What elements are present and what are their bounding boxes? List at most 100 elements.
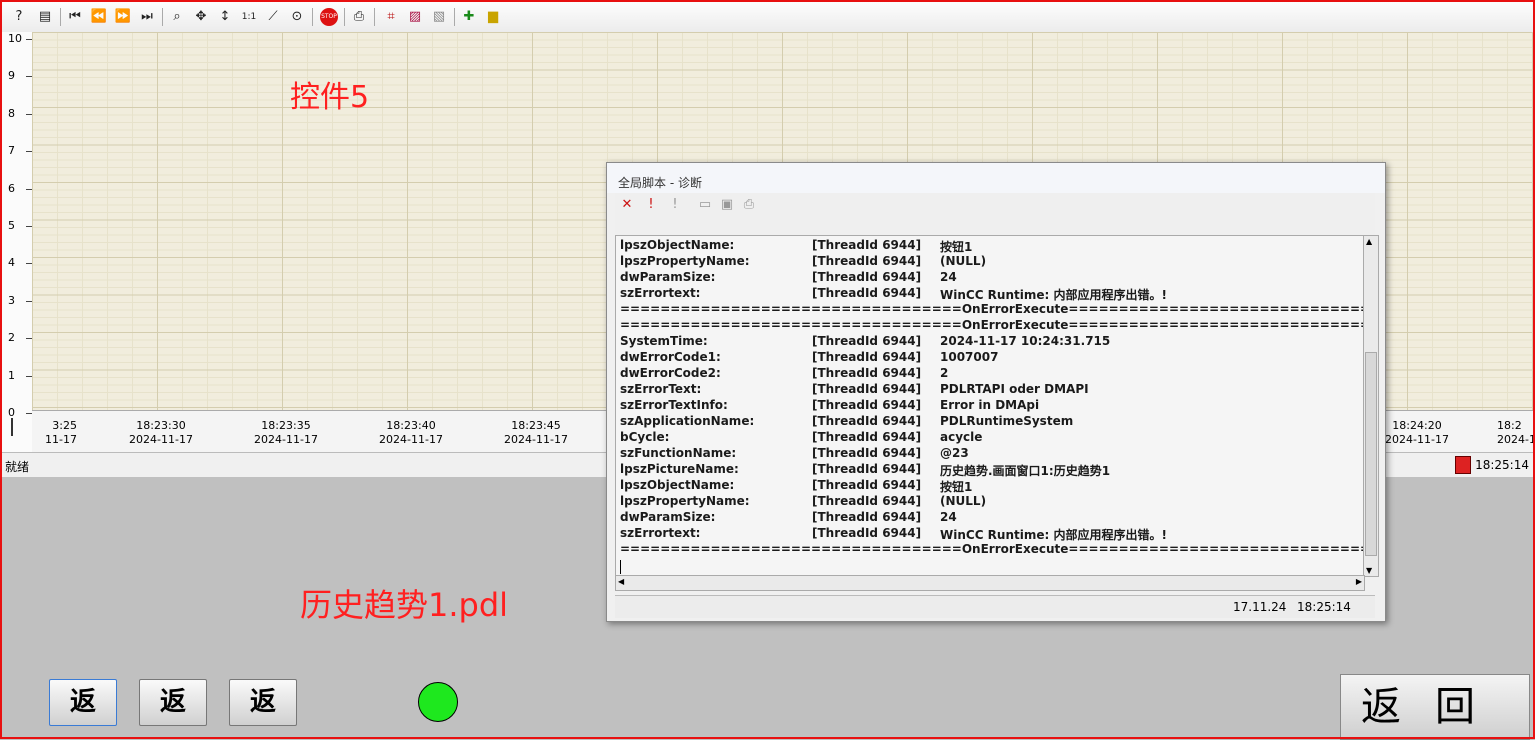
clear-icon[interactable]: ✕ [619,197,635,213]
print-icon[interactable]: ⎙ [741,197,757,213]
text-cursor [620,560,621,574]
x-tick-label: 18:23:30 2024-11-17 [116,419,206,447]
add-icon[interactable]: ✚ [460,8,478,26]
alert-icon[interactable]: ! [643,197,659,213]
log-thread: [ThreadId 6944] [812,478,922,492]
log-thread: [ThreadId 6944] [812,414,922,428]
log-value: Error in DMApi [940,398,1040,412]
log-thread: [ThreadId 6944] [812,398,922,412]
y-tick-label: 1 [8,368,15,382]
x-tick-time: 3:25 [52,419,77,432]
zoom-icon[interactable]: ⌕ [168,8,186,26]
move-icon[interactable]: ✥ [192,8,210,26]
log-value: 24 [940,510,957,524]
x-tick-label: 3:25 11-17 [0,419,77,447]
y-tick-label: 7 [8,144,15,158]
log-value: 按钮1 [940,480,973,494]
save-icon[interactable]: ▣ [719,197,735,213]
x-tick-date: 2024-11-17 [129,433,193,446]
x-tick-label: 18:23:45 2024-11-17 [491,419,581,447]
log-key: lpszObjectName: [620,238,735,252]
y-tick-label: 10 [8,32,22,45]
table-icon[interactable]: ▤ [36,8,54,26]
export-icon[interactable]: ▆ [484,8,502,26]
diagnostics-toolbar: ✕ ! ! ▭ ▣ ⎙ [615,193,1375,236]
x-tick-time: 18:2 [1497,419,1522,432]
rewind-icon[interactable]: ⏪ [90,8,108,26]
trend-zoom-icon[interactable]: ⟋ [264,8,282,26]
log-key: szErrortext: [620,286,701,300]
one-to-one-icon[interactable]: 1:1 [240,8,258,26]
y-tick-label: 3 [8,293,15,307]
log-value: 2024-11-17 10:24:31.715 [940,334,1111,348]
log-key: szFunctionName: [620,446,737,460]
log-key: lpszObjectName: [620,478,735,492]
picture-button-2[interactable]: 返 [139,679,207,726]
log-thread: [ThreadId 6944] [812,462,922,476]
log-value: PDLRuntimeSystem [940,414,1074,428]
scroll-thumb[interactable] [1365,352,1377,556]
diagnostics-log[interactable]: lpszObjectName: [ThreadId 6944] 按钮1 lpszPro… [615,235,1365,577]
scroll-left-icon[interactable]: ◀ [618,577,624,586]
select-data-icon[interactable]: ⌗ [382,8,400,26]
picture-button-1[interactable]: 返 [49,679,117,726]
log-thread: [ThreadId 6944] [812,286,922,300]
log-key: dwErrorCode2: [620,366,721,380]
toolbar-separator [344,8,345,26]
back-button[interactable]: 返回 [1340,674,1530,740]
toolbar-separator [60,8,61,26]
log-key: bCycle: [620,430,670,444]
log-separator: ==================================OnErro… [620,542,1365,556]
log-key: lpszPropertyName: [620,494,750,508]
open-folder-icon[interactable]: ▭ [697,197,713,213]
x-tick-date: 2024-11-17 [254,433,318,446]
toolbar-separator [454,8,455,26]
log-thread: [ThreadId 6944] [812,494,922,508]
last-icon[interactable]: ⏭ [138,8,156,26]
info-icon[interactable]: ! [667,197,683,213]
log-value: 历史趋势.画面窗口1:历史趋势1 [940,464,1111,478]
log-key: dwParamSize: [620,270,716,284]
help-icon[interactable]: ? [10,8,28,26]
log-value: 2 [940,366,949,380]
log-key: lpszPictureName: [620,462,739,476]
y-tick-label: 2 [8,331,15,345]
stop-icon[interactable]: STOP [320,8,338,26]
log-thread: [ThreadId 6944] [812,510,922,524]
select-trend-icon[interactable]: ▨ [406,8,424,26]
log-key: dwErrorCode1: [620,350,721,364]
zoom-vert-icon[interactable]: ↕ [216,8,234,26]
log-key: szErrorTextInfo: [620,398,728,412]
vertical-scrollbar[interactable]: ▲ ▼ [1363,235,1379,577]
x-tick-date: 11-17 [45,433,77,446]
log-thread: [ThreadId 6944] [812,254,922,268]
log-thread: [ThreadId 6944] [812,238,922,252]
log-value: 1007007 [940,350,999,364]
log-value: WinCC Runtime: 内部应用程序出错。! [940,288,1167,302]
scroll-down-icon[interactable]: ▼ [1366,566,1372,575]
log-key: szApplicationName: [620,414,755,428]
log-thread: [ThreadId 6944] [812,526,922,540]
picture-button-3[interactable]: 返 [229,679,297,726]
scroll-up-icon[interactable]: ▲ [1366,237,1372,246]
original-icon[interactable]: ⊙ [288,8,306,26]
log-thread: [ThreadId 6944] [812,350,922,364]
status-text: 就绪 [5,460,30,474]
forward-icon[interactable]: ⏩ [114,8,132,26]
log-thread: [ThreadId 6944] [812,382,922,396]
control-5-label: 控件5 [290,80,370,115]
config-icon[interactable]: ▧ [430,8,448,26]
x-tick-label: 18:23:40 2024-11-17 [366,419,456,447]
first-icon[interactable]: ⏮ [66,8,84,26]
diagnostics-title: 全局脚本 - 诊断 [618,176,702,190]
log-key: lpszPropertyName: [620,254,750,268]
picture-name-label: 历史趋势1.pdl [300,586,509,624]
print-icon[interactable]: ⎙ [350,8,368,26]
y-tick-label: 5 [8,219,15,232]
status-time: 18:25:14 [1475,458,1529,472]
diagnostics-title-bar[interactable]: 全局脚本 - 诊断 [607,163,1385,193]
log-value: (NULL) [940,494,987,508]
scroll-right-icon[interactable]: ▶ [1356,577,1362,586]
diagnostics-status-bar: 17.11.24 18:25:14 [615,595,1375,618]
horizontal-scrollbar[interactable]: ◀ ▶ [615,575,1365,591]
